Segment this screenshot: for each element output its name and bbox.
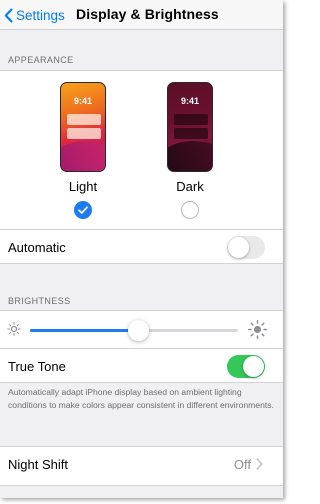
brightness-slider-thumb[interactable] [127,320,149,341]
appearance-group [0,70,283,264]
section-header-appearance: APPEARANCE [8,55,74,65]
dark-mode-preview[interactable]: 9:41 [167,82,213,172]
preview-wallpaper [168,141,212,171]
light-mode-preview[interactable]: 9:41 [60,82,106,172]
toggle-knob [243,356,264,377]
preview-notification [67,114,101,125]
sun-large-icon [248,320,267,339]
preview-notification [174,114,208,125]
sun-small-icon [7,322,21,336]
preview-notification [174,128,208,139]
preview-notification [67,128,101,139]
section-header-brightness: BRIGHTNESS [8,296,71,306]
night-shift-value: Off [233,457,251,472]
light-mode-label: Light [68,179,98,194]
back-button[interactable]: Settings [4,6,65,24]
true-tone-toggle[interactable] [227,355,265,378]
navigation-bar: Settings Display & Brightness [0,0,283,30]
preview-clock: 9:41 [180,96,199,106]
automatic-label: Automatic [8,240,66,255]
preview-wallpaper [61,141,105,171]
divider [0,348,283,349]
divider [0,229,283,230]
preview-clock: 9:41 [73,96,92,106]
chevron-right-icon [256,458,263,470]
dark-mode-label: Dark [176,179,204,194]
light-mode-checkmark[interactable] [74,201,92,219]
toggle-knob [228,237,249,258]
page-title: Display & Brightness [76,6,219,22]
automatic-toggle[interactable] [227,236,265,259]
true-tone-footnote: Automatically adapt iPhone display based… [8,387,274,410]
brightness-slider-fill [30,329,139,332]
true-tone-label: True Tone [8,359,66,374]
night-shift-label: Night Shift [8,457,68,472]
back-button-label: Settings [16,7,65,23]
checkmark-icon [78,206,88,214]
settings-screen: Settings Display & Brightness APPEARANCE… [0,0,283,498]
chevron-left-icon [4,8,13,22]
dark-mode-radio[interactable] [181,201,199,219]
